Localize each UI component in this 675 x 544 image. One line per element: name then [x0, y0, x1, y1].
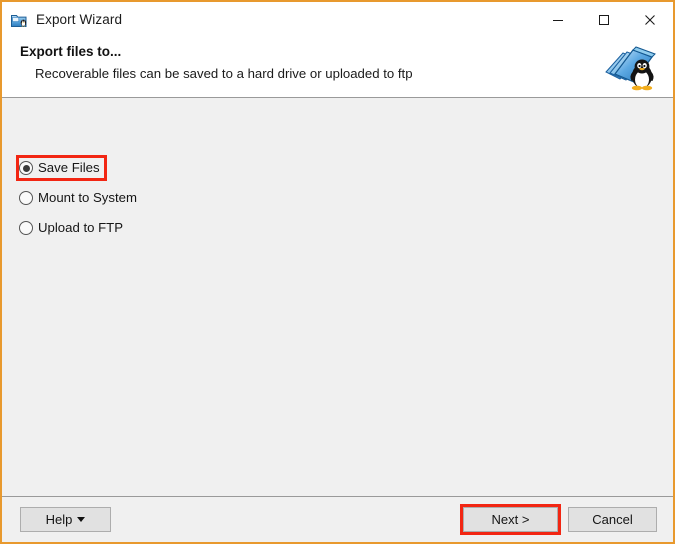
radio-option-mount-to-system[interactable]: Mount to System: [16, 185, 137, 211]
radio-label-save-files: Save Files: [38, 160, 100, 176]
export-destination-options: Save Files Mount to System Upload to FTP: [16, 155, 336, 245]
minimize-icon: [553, 19, 563, 21]
help-button-label: Help: [45, 512, 73, 527]
radio-label-mount-to-system: Mount to System: [38, 190, 137, 206]
chevron-down-icon: [77, 517, 86, 522]
radio-option-save-files[interactable]: Save Files: [16, 155, 107, 181]
radio-indicator-upload-to-ftp[interactable]: [19, 221, 33, 235]
linux-tux-folder-logo: [603, 41, 665, 95]
page-title: Export files to...: [20, 44, 122, 59]
title-bar: Export Wizard: [2, 2, 673, 37]
export-wizard-window: Export Wizard Export files to... Recover…: [0, 0, 675, 544]
help-button[interactable]: Help: [20, 507, 111, 532]
close-icon: [645, 14, 655, 25]
next-button[interactable]: Next >: [463, 507, 558, 532]
maximize-icon: [599, 14, 609, 25]
cancel-button[interactable]: Cancel: [568, 507, 657, 532]
radio-indicator-save-files[interactable]: [19, 161, 33, 175]
content-panel: Save Files Mount to System Upload to FTP: [2, 98, 673, 496]
radio-indicator-mount-to-system[interactable]: [19, 191, 33, 205]
maximize-button[interactable]: [581, 2, 627, 37]
radio-option-upload-to-ftp[interactable]: Upload to FTP: [16, 215, 123, 241]
footer-bar: Help Next > Cancel: [2, 497, 673, 542]
folder-penguin-icon: [10, 11, 28, 29]
close-button[interactable]: [627, 2, 673, 37]
window-controls: [535, 2, 673, 37]
radio-label-upload-to-ftp: Upload to FTP: [38, 220, 124, 236]
minimize-button[interactable]: [535, 2, 581, 37]
window-title: Export Wizard: [36, 12, 123, 27]
page-subtitle: Recoverable files can be saved to a hard…: [35, 66, 413, 81]
wizard-header: Export files to... Recoverable files can…: [2, 37, 673, 97]
